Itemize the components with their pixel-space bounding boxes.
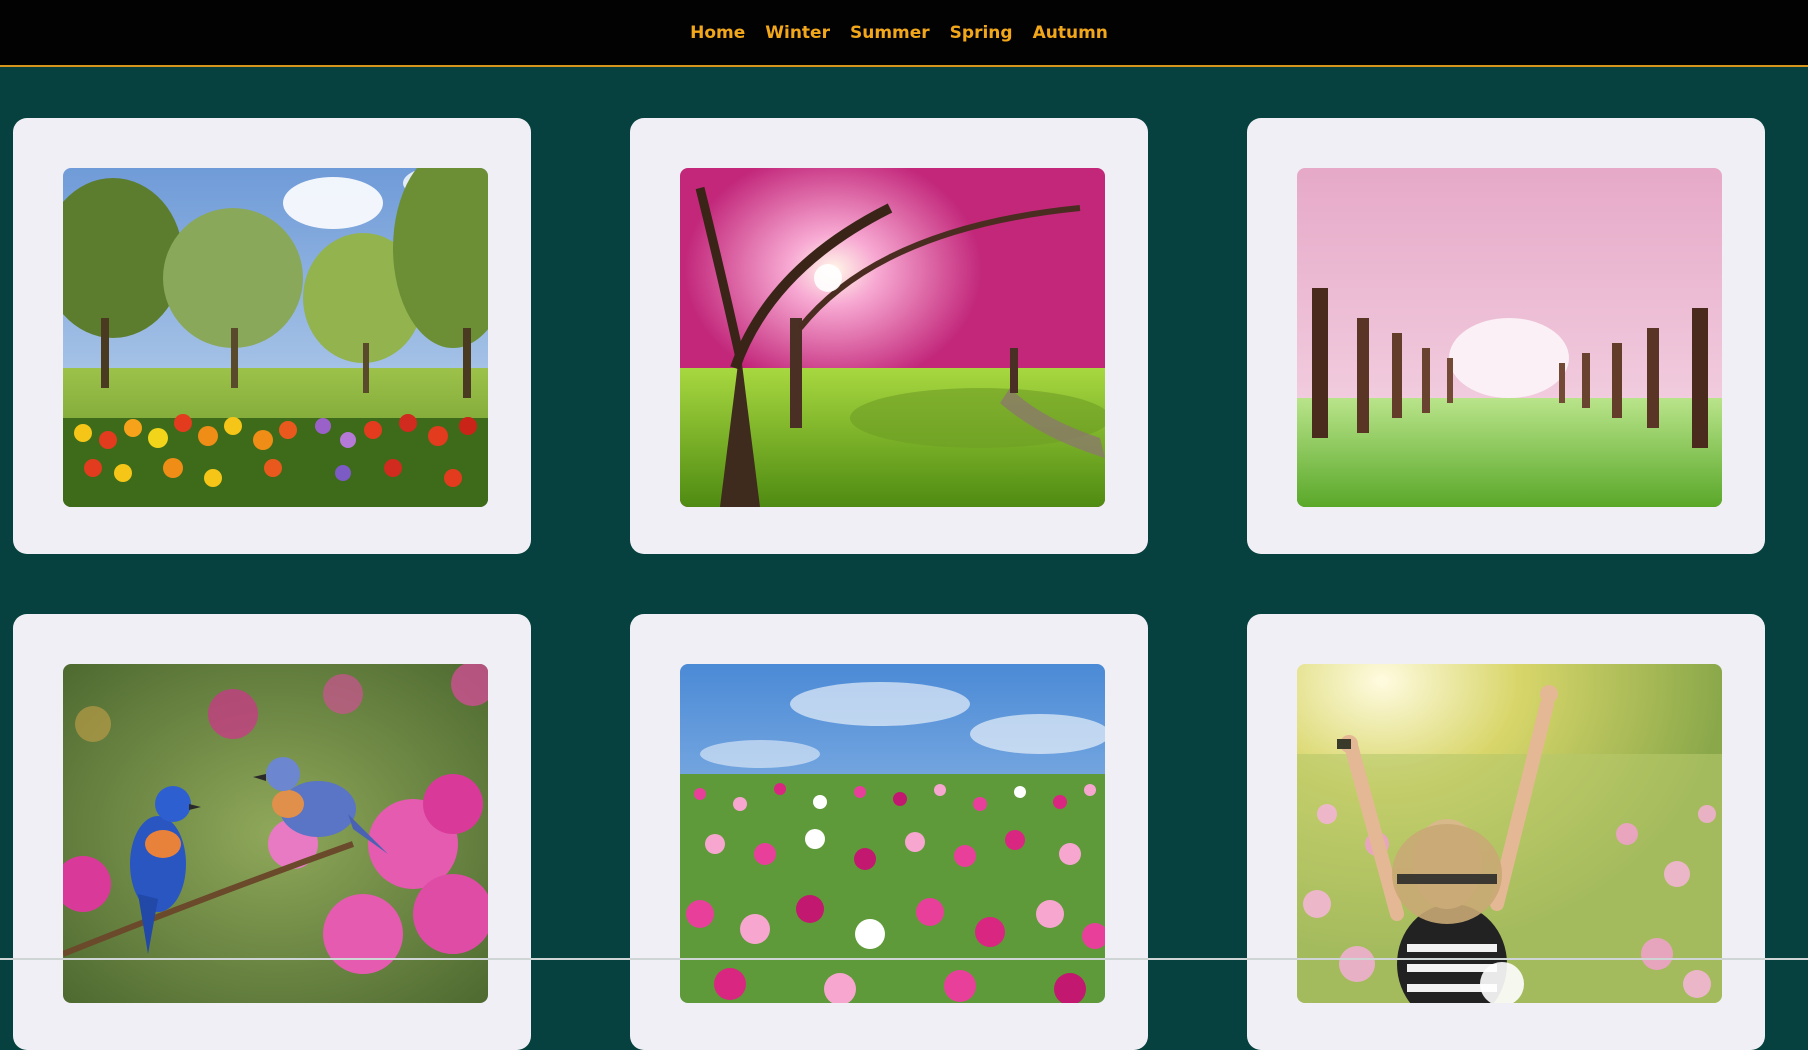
gallery-card-1 (13, 118, 531, 554)
photo-cherry-blossom-avenue[interactable] (1297, 168, 1722, 507)
nav-links: Home Winter Summer Spring Autumn (690, 23, 1108, 43)
gallery-card-6 (1247, 614, 1765, 1050)
photo-woman-flower-field[interactable] (1297, 664, 1722, 1003)
nav-link-summer[interactable]: Summer (850, 23, 930, 43)
photo-cosmos-field[interactable] (680, 664, 1105, 1003)
photo-orchard-tulips[interactable] (63, 168, 488, 507)
gallery-card-4 (13, 614, 531, 1050)
nav-link-autumn[interactable]: Autumn (1033, 23, 1108, 43)
gallery-card-3 (1247, 118, 1765, 554)
nav-link-spring[interactable]: Spring (950, 23, 1013, 43)
top-navbar: Home Winter Summer Spring Autumn (0, 0, 1808, 67)
nav-link-home[interactable]: Home (690, 23, 745, 43)
nav-link-winter[interactable]: Winter (765, 23, 830, 43)
gallery-card-2 (630, 118, 1148, 554)
gallery-card-5 (630, 614, 1148, 1050)
photo-pink-blossom-trees[interactable] (680, 168, 1105, 507)
photo-bluebirds-blossom[interactable] (63, 664, 488, 1003)
